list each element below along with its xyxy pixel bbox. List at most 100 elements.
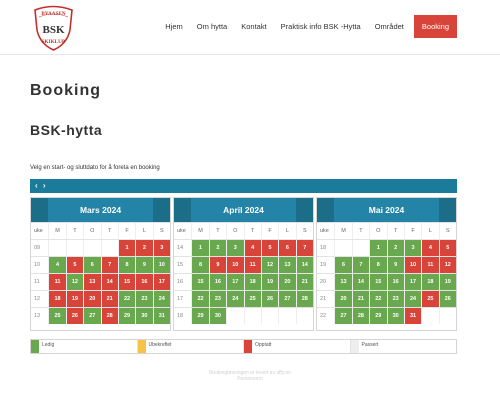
day-cell-available[interactable]: 23 (208, 291, 227, 307)
day-cell-booked[interactable]: 18 (48, 291, 66, 307)
day-cell-booked[interactable]: 7 (100, 257, 118, 273)
day-cell-available[interactable]: 27 (278, 291, 296, 307)
day-cell-available[interactable]: 22 (191, 291, 209, 307)
day-cell-available[interactable]: 4 (48, 257, 66, 273)
day-cell-booked[interactable]: 11 (48, 274, 66, 290)
day-cell-booked[interactable]: 25 (421, 291, 439, 307)
day-cell-available[interactable]: 21 (351, 291, 370, 307)
day-cell-booked[interactable]: 5 (65, 257, 84, 273)
day-cell-available[interactable]: 17 (403, 274, 422, 290)
day-cell-booked[interactable]: 19 (65, 291, 84, 307)
day-cell-available[interactable]: 22 (117, 291, 136, 307)
day-cell-available[interactable]: 8 (191, 257, 209, 273)
day-cell-available[interactable]: 19 (438, 274, 456, 290)
day-cell-available[interactable]: 9 (135, 257, 153, 273)
day-cell-available[interactable]: 29 (369, 308, 387, 324)
day-cell-available[interactable]: 8 (117, 257, 136, 273)
day-cell-available[interactable]: 9 (386, 257, 404, 273)
prev-month-button[interactable]: ‹ (35, 181, 38, 190)
day-cell-available[interactable]: 2 (386, 240, 404, 256)
day-cell-available[interactable]: 1 (191, 240, 209, 256)
day-cell-available[interactable]: 18 (421, 274, 439, 290)
day-cell-booked[interactable]: 11 (421, 257, 439, 273)
nav-item-hjem[interactable]: Hjem (165, 22, 183, 31)
day-cell-booked[interactable]: 2 (135, 240, 153, 256)
day-cell-available[interactable]: 31 (152, 308, 170, 324)
day-cell-booked[interactable]: 21 (100, 291, 118, 307)
day-cell-available[interactable]: 23 (386, 291, 404, 307)
day-cell-available[interactable]: 3 (226, 240, 244, 256)
day-cell-available[interactable]: 25 (48, 308, 66, 324)
day-cell-booked[interactable]: 10 (226, 257, 244, 273)
day-cell-available[interactable]: 26 (260, 291, 279, 307)
day-cell-available[interactable]: 14 (295, 257, 313, 273)
day-cell-booked[interactable]: 15 (117, 274, 136, 290)
day-cell-available[interactable]: 17 (226, 274, 244, 290)
day-cell-booked[interactable]: 11 (243, 257, 261, 273)
day-cell-available[interactable]: 18 (243, 274, 261, 290)
day-cell-available[interactable]: 16 (386, 274, 404, 290)
day-cell-booked[interactable]: 4 (243, 240, 261, 256)
day-cell-available[interactable]: 3 (403, 240, 422, 256)
day-cell-booked[interactable]: 5 (438, 240, 456, 256)
day-cell-available[interactable]: 30 (135, 308, 153, 324)
day-cell-booked[interactable]: 26 (65, 308, 84, 324)
nav-item-praktisk-info[interactable]: Praktisk info BSK -Hytta (281, 22, 361, 31)
day-cell-available[interactable]: 12 (260, 257, 279, 273)
day-cell-booked[interactable]: 10 (403, 257, 422, 273)
day-cell-available[interactable]: 29 (191, 308, 209, 324)
day-cell-available[interactable]: 27 (334, 308, 352, 324)
nav-item-kontakt[interactable]: Kontakt (241, 22, 266, 31)
day-cell-booked[interactable]: 14 (100, 274, 118, 290)
club-logo[interactable]: BYAASEN BSK SKIKLUB (29, 4, 78, 52)
day-cell-booked[interactable]: 12 (438, 257, 456, 273)
footer-privacy-link[interactable]: Personvern (0, 376, 500, 382)
day-cell-available[interactable]: 13 (278, 257, 296, 273)
day-cell-available[interactable]: 19 (260, 274, 279, 290)
day-cell-available[interactable]: 12 (65, 274, 84, 290)
day-cell-booked[interactable]: 1 (117, 240, 136, 256)
day-cell-booked[interactable]: 17 (152, 274, 170, 290)
day-cell-available[interactable]: 29 (117, 308, 136, 324)
day-cell-booked[interactable]: 20 (83, 291, 101, 307)
day-cell-available[interactable]: 24 (152, 291, 170, 307)
day-cell-available[interactable]: 6 (334, 257, 352, 273)
day-cell-booked[interactable]: 3 (152, 240, 170, 256)
day-cell-available[interactable]: 30 (386, 308, 404, 324)
nav-booking-button[interactable]: Booking (413, 15, 457, 38)
day-cell-available[interactable]: 1 (369, 240, 387, 256)
day-cell-available[interactable]: 26 (438, 291, 456, 307)
day-cell-available[interactable]: 21 (295, 274, 313, 290)
day-cell-available[interactable]: 20 (278, 274, 296, 290)
day-cell-available[interactable]: 22 (369, 291, 387, 307)
day-cell-available[interactable]: 30 (208, 308, 227, 324)
nav-item-omradet[interactable]: Området (375, 22, 404, 31)
day-cell-booked[interactable]: 9 (208, 257, 227, 273)
day-cell-available[interactable]: 15 (369, 274, 387, 290)
day-cell-booked[interactable]: 16 (135, 274, 153, 290)
day-cell-available[interactable]: 6 (83, 257, 101, 273)
day-cell-booked[interactable]: 28 (100, 308, 118, 324)
day-cell-available[interactable]: 28 (295, 291, 313, 307)
day-cell-available[interactable]: 13 (334, 274, 352, 290)
day-cell-available[interactable]: 28 (351, 308, 370, 324)
day-cell-booked[interactable]: 4 (421, 240, 439, 256)
day-cell-booked[interactable]: 6 (278, 240, 296, 256)
nav-item-om-hytta[interactable]: Om hytta (197, 22, 227, 31)
day-cell-available[interactable]: 7 (351, 257, 370, 273)
day-cell-available[interactable]: 27 (83, 308, 101, 324)
day-cell-available[interactable]: 15 (191, 274, 209, 290)
day-cell-booked[interactable]: 7 (295, 240, 313, 256)
day-cell-available[interactable]: 16 (208, 274, 227, 290)
day-cell-available[interactable]: 8 (369, 257, 387, 273)
day-cell-booked[interactable]: 5 (260, 240, 279, 256)
day-cell-available[interactable]: 2 (208, 240, 227, 256)
day-cell-available[interactable]: 20 (334, 291, 352, 307)
day-cell-available[interactable]: 23 (135, 291, 153, 307)
next-month-button[interactable]: › (43, 181, 46, 190)
day-cell-available[interactable]: 25 (243, 291, 261, 307)
day-cell-available[interactable]: 24 (226, 291, 244, 307)
day-cell-booked[interactable]: 31 (403, 308, 422, 324)
day-cell-booked[interactable]: 13 (83, 274, 101, 290)
day-cell-available[interactable]: 24 (403, 291, 422, 307)
